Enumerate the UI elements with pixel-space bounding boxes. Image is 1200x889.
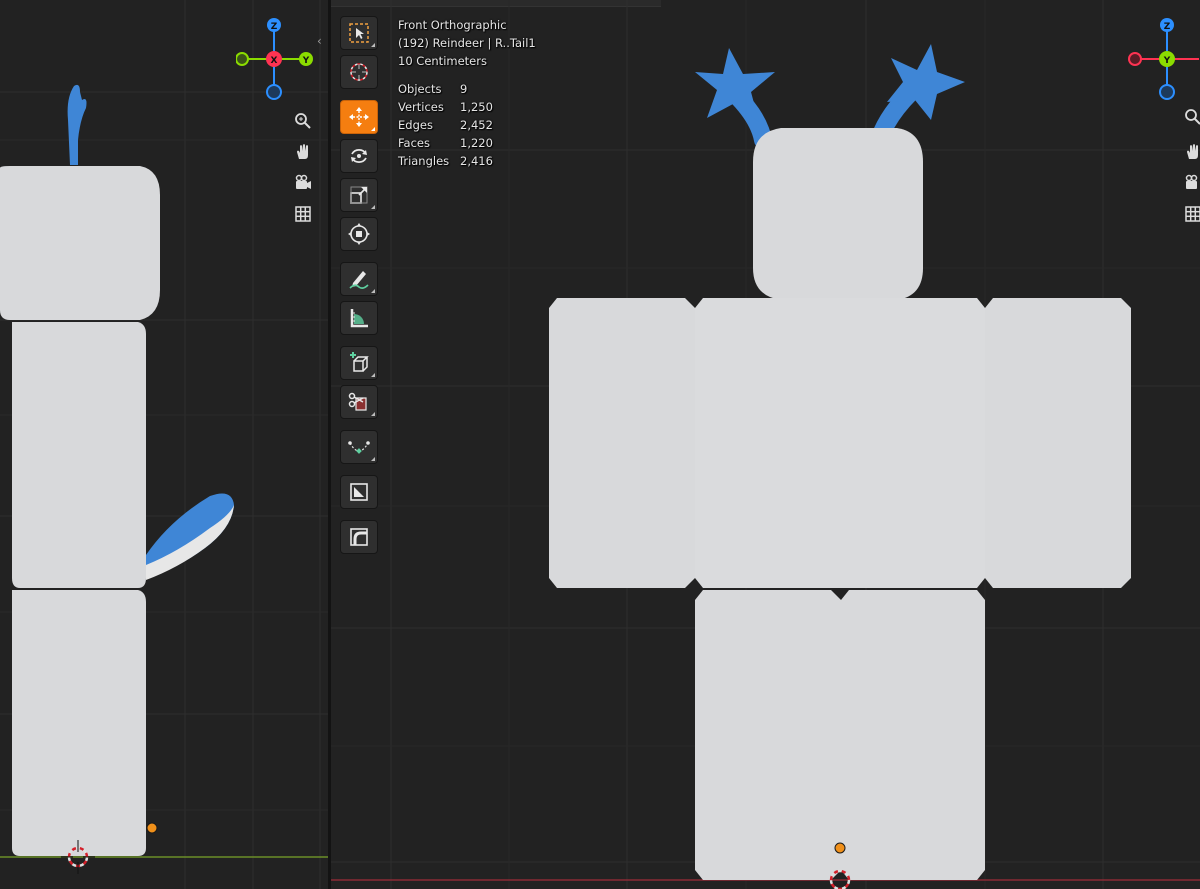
grid-icon[interactable]	[1182, 203, 1200, 225]
annotate-tool[interactable]	[340, 262, 378, 296]
stat-row: Vertices 1,250	[398, 100, 493, 114]
measure-tool[interactable]	[340, 301, 378, 335]
shear-icon	[350, 483, 368, 501]
move-icon	[349, 107, 369, 127]
right-antler-shape	[870, 44, 965, 149]
transform-tool[interactable]	[340, 217, 378, 251]
cursor-icon	[350, 63, 368, 81]
view-name: Front Orthographic	[398, 18, 507, 32]
axis-gizmo[interactable]: Z Y X	[236, 16, 320, 102]
move-tool[interactable]	[340, 100, 378, 134]
bevel-tool[interactable]	[340, 520, 378, 554]
grid-icon[interactable]	[292, 203, 314, 225]
left-arm-shape	[549, 298, 695, 588]
origin-point-icon	[146, 822, 158, 834]
add-cube-tool[interactable]	[340, 346, 378, 380]
rotate-icon	[351, 148, 367, 164]
left-antler-shape	[695, 48, 775, 149]
left-viewport[interactable]: Z Y X ‹	[0, 0, 328, 889]
object-info: (192) Reindeer | R..Tail1	[398, 36, 536, 50]
camera-icon[interactable]	[1182, 172, 1200, 194]
stat-row: Objects 9	[398, 82, 468, 96]
stat-row: Triangles 2,416	[398, 154, 493, 168]
svg-text:Y: Y	[1163, 56, 1171, 66]
annotate-icon	[349, 271, 369, 289]
head-shape	[753, 128, 923, 300]
torso-shape	[695, 298, 985, 588]
viewport-info-overlay: Front Orthographic (192) Reindeer | R..T…	[398, 16, 536, 170]
svg-text:Z: Z	[271, 22, 278, 32]
left-leg-shape	[695, 590, 841, 880]
shear-tool[interactable]	[340, 475, 378, 509]
scene-stats: Objects 9 Vertices 1,250 Edges 2,452 Faces 1…	[398, 80, 536, 170]
svg-text:Y: Y	[302, 56, 310, 66]
rotate-tool[interactable]	[340, 139, 378, 173]
svg-text:X: X	[271, 56, 278, 66]
stat-row: Faces 1,220	[398, 136, 493, 150]
hand-pan-icon[interactable]	[1182, 141, 1200, 163]
hand-pan-icon[interactable]	[292, 141, 314, 163]
measure-icon	[350, 309, 368, 328]
knife-icon	[348, 392, 367, 411]
chevron-left-icon[interactable]: ‹	[317, 34, 322, 48]
scale-icon	[350, 186, 368, 204]
viewport-grid	[0, 0, 328, 889]
bevel-icon	[350, 528, 368, 546]
grid-scale: 10 Centimeters	[398, 54, 487, 68]
scale-tool[interactable]	[340, 178, 378, 212]
stat-row: Edges 2,452	[398, 118, 493, 132]
cursor-tool[interactable]	[340, 55, 378, 89]
zoom-icon[interactable]	[1182, 106, 1200, 128]
add-cube-icon	[350, 352, 369, 372]
leg-shape	[12, 590, 146, 856]
knife-tool[interactable]	[340, 385, 378, 419]
svg-text:Z: Z	[1164, 22, 1171, 32]
head-shape	[0, 166, 160, 320]
select-box-icon	[349, 23, 369, 43]
curve-icon	[348, 441, 370, 454]
right-arm-shape	[985, 298, 1131, 588]
camera-icon[interactable]	[292, 172, 314, 194]
select-box-tool[interactable]	[340, 16, 378, 50]
right-viewport[interactable]: Front Orthographic (192) Reindeer | R..T…	[331, 0, 1200, 889]
origin-point-icon	[834, 842, 846, 854]
antler-shape	[67, 84, 87, 165]
axis-gizmo[interactable]: Z Y	[1127, 16, 1200, 102]
right-leg-shape	[841, 590, 985, 880]
transform-icon	[348, 223, 370, 245]
torso-shape	[12, 322, 146, 588]
curve-tool[interactable]	[340, 430, 378, 464]
zoom-icon[interactable]	[292, 110, 314, 132]
